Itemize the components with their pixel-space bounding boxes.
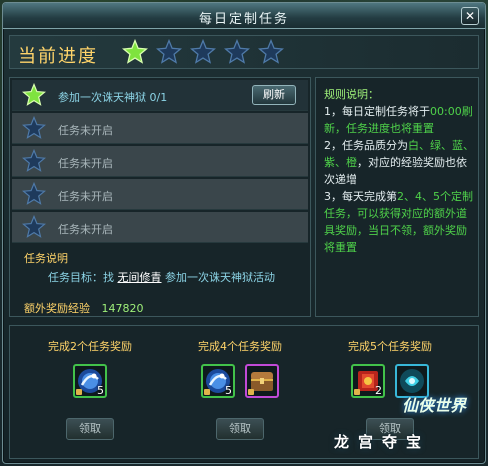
window-title: 每日定制任务: [198, 12, 289, 27]
star-empty-icon: [155, 38, 183, 65]
task-text: 参加一次诛天神狱 0/1: [58, 91, 168, 104]
task-row-4: 任务未开启: [12, 179, 308, 210]
extra-reward-label: 额外奖励经验: [24, 302, 90, 315]
star-filled-icon: [21, 82, 47, 107]
rules-body: 1，每日定制任务将于00:00刷新，任务进度也将重置 2，任务品质分为白、绿、蓝…: [324, 103, 474, 256]
reward-item-slot[interactable]: 5: [201, 364, 235, 398]
rules-title: 规则说明：: [324, 88, 379, 101]
extra-reward-value: 147820: [101, 302, 144, 315]
reward-item-slot[interactable]: [245, 364, 279, 398]
progress-header: 当前进度: [9, 35, 479, 69]
star-filled-icon: [121, 38, 149, 65]
task-text: 任务未开启: [58, 157, 113, 170]
task-row-3: 任务未开启: [12, 146, 308, 177]
refresh-button[interactable]: 刷新: [252, 85, 296, 105]
star-empty-icon: [21, 181, 47, 206]
task-list-panel: 参加一次诛天神狱 0/1 刷新 任务未开启 任务未开启 任务未开启 任务未开启 …: [9, 77, 311, 317]
rules-panel: 规则说明： 1，每日定制任务将于00:00刷新，任务进度也将重置 2，任务品质分…: [315, 77, 479, 317]
close-button[interactable]: ✕: [461, 7, 479, 25]
task-row-1[interactable]: 参加一次诛天神狱 0/1 刷新: [12, 80, 308, 111]
item-count: 5: [225, 384, 232, 397]
star-empty-icon: [189, 38, 217, 65]
star-empty-icon: [257, 38, 285, 65]
star-empty-icon: [223, 38, 251, 65]
progress-label: 当前进度: [18, 46, 98, 67]
extra-reward-row: 额外奖励经验 147820: [24, 300, 144, 316]
progress-stars: [121, 38, 285, 65]
reward-items: 5: [170, 364, 310, 398]
game-brand: 仙侠世界 龙宫夺宝: [334, 392, 470, 452]
rule-text: 3，每天完成第: [324, 190, 397, 203]
task-description-title: 任务说明: [24, 252, 68, 265]
star-empty-icon: [21, 148, 47, 173]
npc-link[interactable]: 无间修青: [118, 271, 162, 284]
reward-items: 5: [20, 364, 160, 398]
reward-title: 完成5个任务奖励: [348, 340, 432, 353]
reward-title: 完成4个任务奖励: [198, 340, 282, 353]
reward-title: 完成2个任务奖励: [48, 340, 132, 353]
bound-icon: [248, 389, 254, 395]
event-name: 龙宫夺宝: [334, 433, 431, 451]
reward-item-slot[interactable]: 5: [73, 364, 107, 398]
daily-task-window: 每日定制任务 ✕ 当前进度 参加一次诛天神狱 0/1 刷新 任务未开启 任务未开…: [2, 2, 486, 464]
task-goal-prefix: 任务目标：找: [48, 271, 114, 284]
task-goal-suffix: 参加一次诛天神狱活动: [165, 271, 275, 284]
claim-button[interactable]: 领取: [66, 418, 114, 440]
star-empty-icon: [21, 214, 47, 239]
claim-button[interactable]: 领取: [216, 418, 264, 440]
task-text: 任务未开启: [58, 190, 113, 203]
task-text: 任务未开启: [58, 124, 113, 137]
task-row-5: 任务未开启: [12, 212, 308, 243]
title-bar[interactable]: 每日定制任务 ✕: [3, 3, 485, 29]
bound-icon: [204, 389, 210, 395]
item-count: 5: [97, 384, 104, 397]
task-text: 任务未开启: [58, 223, 113, 236]
task-goal-line: 任务目标：找 无间修青 参加一次诛天神狱活动: [48, 269, 275, 285]
rewards-panel: 完成2个任务奖励 5 领取 完成4个任务奖励 5 领取 完成5个任务奖励 2 领…: [9, 325, 479, 459]
reward-group-2: 完成2个任务奖励 5 领取: [20, 338, 160, 450]
bound-icon: [76, 389, 82, 395]
game-logo: 仙侠世界: [401, 396, 466, 415]
task-row-2: 任务未开启: [12, 113, 308, 144]
star-empty-icon: [21, 115, 47, 140]
rule-text: 2，任务品质分为: [324, 139, 408, 152]
reward-group-4: 完成4个任务奖励 5 领取: [170, 338, 310, 450]
rule-text: 1，每日定制任务将于: [324, 105, 430, 118]
